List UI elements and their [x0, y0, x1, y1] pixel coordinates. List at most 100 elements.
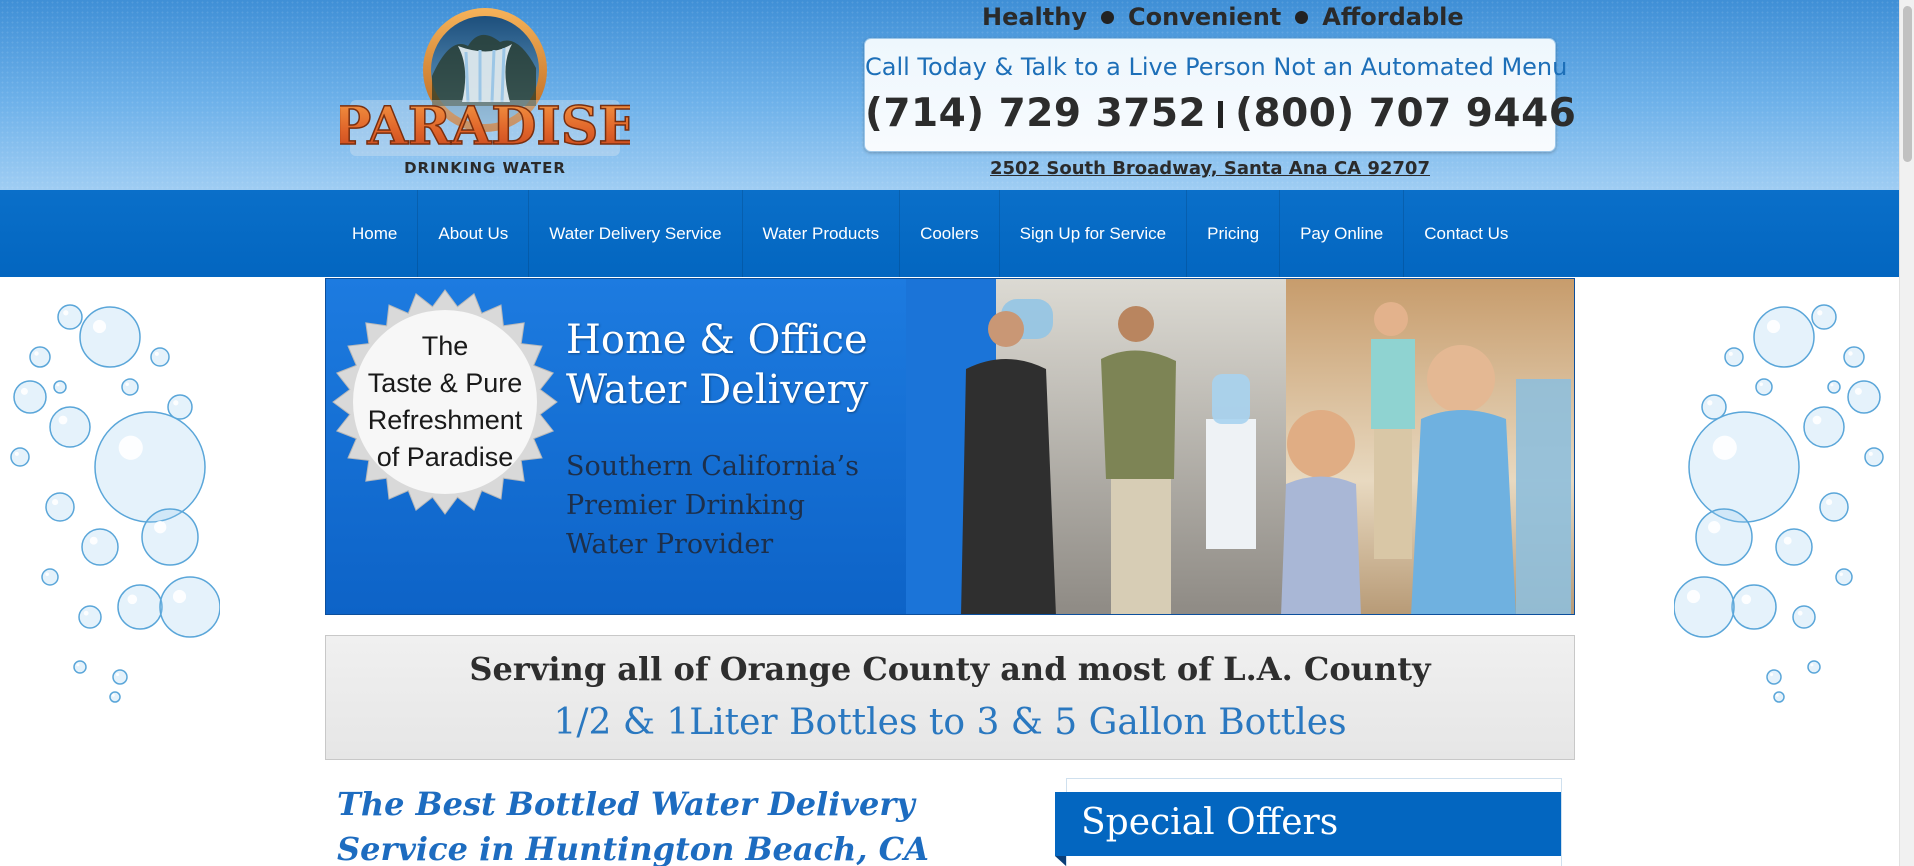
bubble-highlight: [1707, 400, 1713, 406]
bubble-icon: [1731, 584, 1777, 630]
bubble-icon: [79, 306, 141, 368]
main-nav: Home About Us Water Delivery Service Wat…: [0, 190, 1899, 277]
badge-line: Taste & Pure: [367, 368, 523, 398]
special-offers-heading: Special Offers: [1055, 792, 1561, 866]
bubble-icon: [159, 576, 220, 638]
site-header: PARADISE DRINKING WATER Healthy Convenie…: [0, 0, 1899, 190]
bubble-highlight: [1848, 351, 1853, 356]
bubble-icon: [1803, 406, 1845, 448]
nav-item-pay-online[interactable]: Pay Online: [1280, 190, 1405, 277]
bubble-icon: [1766, 669, 1782, 685]
address-link[interactable]: 2502 South Broadway, Santa Ana CA 92707: [864, 158, 1556, 179]
bubble-highlight: [127, 594, 138, 605]
bubble-icon: [10, 447, 30, 467]
phone-link-714[interactable]: (714) 729 3752: [865, 91, 1206, 136]
scrollbar-thumb[interactable]: [1903, 6, 1912, 162]
nav-item-sign-up-for-service[interactable]: Sign Up for Service: [1000, 190, 1188, 277]
bubble-icon: [94, 411, 206, 523]
nav-item-home[interactable]: Home: [332, 190, 419, 277]
bubble-icon: [73, 660, 87, 674]
bubble-highlight: [111, 693, 115, 697]
bubble-icon: [109, 691, 121, 703]
hero-title: Home & Office Water Delivery: [566, 315, 946, 415]
bullet-icon: [1295, 10, 1309, 24]
nav-item-water-products[interactable]: Water Products: [743, 190, 901, 277]
nav-item-about-us[interactable]: About Us: [418, 190, 530, 277]
hero-banner: The Taste & Pure Refreshment of Paradise…: [325, 278, 1575, 615]
bubble-icon: [41, 568, 59, 586]
bubbles-decoration-left: [10, 304, 220, 703]
bubble-highlight: [1686, 589, 1701, 604]
bubble-icon: [1674, 576, 1735, 638]
bubble-icon: [167, 394, 193, 420]
bottle-sizes-text: 1/2 & 1Liter Bottles to 3 & 5 Gallon Bot…: [553, 702, 1347, 743]
bubble-icon: [1864, 447, 1884, 467]
bubble-highlight: [1708, 521, 1721, 534]
nav-item-pricing[interactable]: Pricing: [1187, 190, 1281, 277]
bubble-highlight: [1783, 536, 1792, 545]
vertical-scrollbar[interactable]: [1899, 0, 1914, 866]
bubble-highlight: [1826, 499, 1833, 506]
bubble-icon: [45, 492, 75, 522]
nav-item-contact-us[interactable]: Contact Us: [1404, 190, 1528, 277]
bubbles-decoration-right: [1674, 304, 1884, 703]
bubble-icon: [112, 669, 128, 685]
bubble-highlight: [1817, 310, 1823, 316]
bubble-highlight: [58, 415, 68, 425]
bubble-icon: [1843, 346, 1865, 368]
hero-subtitle-line: Premier Drinking: [566, 490, 806, 521]
nav-item-water-delivery-service[interactable]: Water Delivery Service: [529, 190, 743, 277]
bubble-highlight: [1766, 319, 1781, 334]
bubble-icon: [1819, 492, 1849, 522]
bubble-icon: [1753, 306, 1815, 368]
bubble-icon: [1811, 304, 1837, 330]
bubble-highlight: [1868, 451, 1873, 456]
bubble-highlight: [116, 673, 120, 677]
bubble-highlight: [118, 435, 143, 460]
hero-photo-people: [906, 279, 1574, 614]
bubble-highlight: [1854, 387, 1862, 395]
bubble-highlight: [76, 663, 80, 667]
bubble-icon: [1775, 528, 1813, 566]
bubble-highlight: [173, 400, 179, 406]
bubble-icon: [29, 346, 51, 368]
bubble-highlight: [154, 521, 167, 534]
bubble-icon: [13, 380, 47, 414]
bubble-highlight: [1839, 572, 1843, 576]
bubble-icon: [121, 378, 139, 396]
logo-subtext: DRINKING WATER: [404, 159, 566, 177]
bubble-icon: [1847, 380, 1881, 414]
badge-text: The Taste & Pure Refreshment of Paradise: [330, 287, 560, 517]
bubble-icon: [1695, 508, 1753, 566]
hero-subtitle-line: Water Provider: [566, 529, 774, 560]
bubble-highlight: [1728, 351, 1733, 356]
phone-link-800[interactable]: (800) 707 9446: [1235, 91, 1576, 136]
bubble-icon: [1792, 605, 1816, 629]
divider: [1218, 101, 1224, 128]
bubble-highlight: [154, 351, 159, 356]
bubble-highlight: [1775, 693, 1779, 697]
special-offers-title: Special Offers: [1081, 802, 1339, 843]
logo-wordmark: PARADISE: [340, 96, 630, 157]
bubble-icon: [1807, 660, 1821, 674]
paradise-logo[interactable]: PARADISE DRINKING WATER: [340, 6, 630, 182]
call-text: Call Today & Talk to a Live Person Not a…: [865, 53, 1568, 81]
hero-subtitle: Southern California’s Premier Drinking W…: [566, 447, 896, 564]
bubble-icon: [49, 406, 91, 448]
bubble-highlight: [34, 351, 39, 356]
nav-item-coolers[interactable]: Coolers: [900, 190, 1000, 277]
bubble-icon: [78, 605, 102, 629]
bubble-icon: [53, 380, 67, 394]
bubble-highlight: [1759, 382, 1763, 386]
bullet-icon: [1101, 10, 1114, 24]
service-area-text: Serving all of Orange County and most of…: [469, 650, 1431, 688]
bubble-highlight: [125, 382, 129, 386]
badge-line: The: [421, 331, 469, 361]
bubble-icon: [1724, 347, 1744, 367]
tagline-affordable: Affordable: [1322, 3, 1464, 31]
bubble-icon: [57, 304, 83, 330]
bubble-highlight: [1712, 435, 1737, 460]
badge-line: Refreshment: [367, 405, 523, 435]
bubble-icon: [1755, 378, 1773, 396]
hero-subtitle-line: Southern California’s: [566, 451, 859, 482]
